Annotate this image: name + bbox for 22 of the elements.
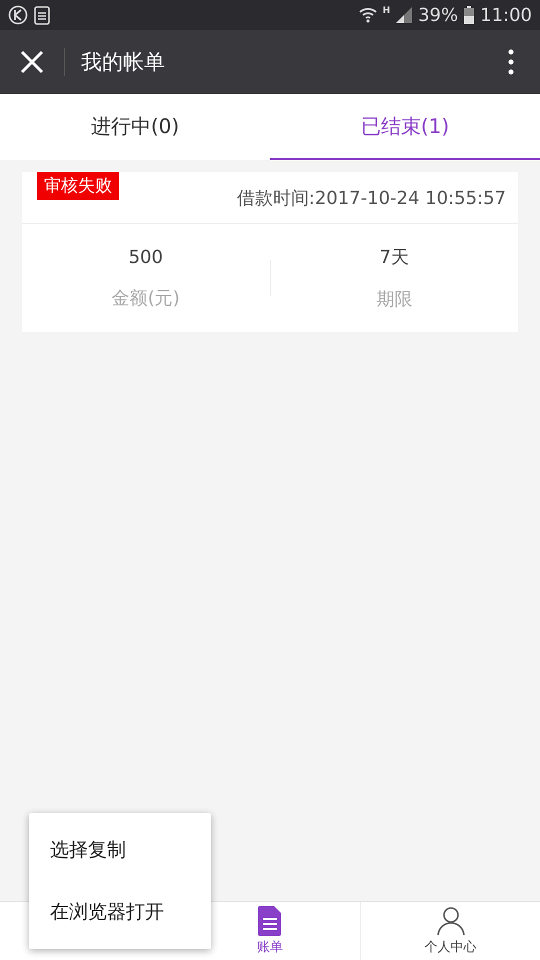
battery-percent: 39% [418,4,458,26]
clipboard-icon [34,5,50,25]
nav-item[interactable]: 个人中心 [360,902,540,960]
amount-value: 500 [128,246,163,268]
person-icon [436,906,466,936]
term-value: 7天 [380,246,409,269]
amount-label: 金额(元) [112,286,180,310]
loan-time: 借款时间:2017-10-24 10:55:57 [236,186,506,210]
status-badge: 审核失败 [37,172,119,200]
term-label: 期限 [376,288,412,311]
menu-item[interactable]: 在浏览器打开 [29,881,211,943]
battery-icon [464,6,474,24]
network-type: H [382,6,390,16]
close-icon [20,50,44,74]
document-icon [257,906,283,936]
clock: 11:00 [480,4,532,26]
more-icon [508,49,514,75]
app-logo-icon [8,5,28,25]
wifi-icon [358,7,377,23]
page-title: 我的帐单 [81,49,166,76]
signal-icon [396,7,412,23]
menu-item[interactable]: 选择复制 [29,819,211,881]
